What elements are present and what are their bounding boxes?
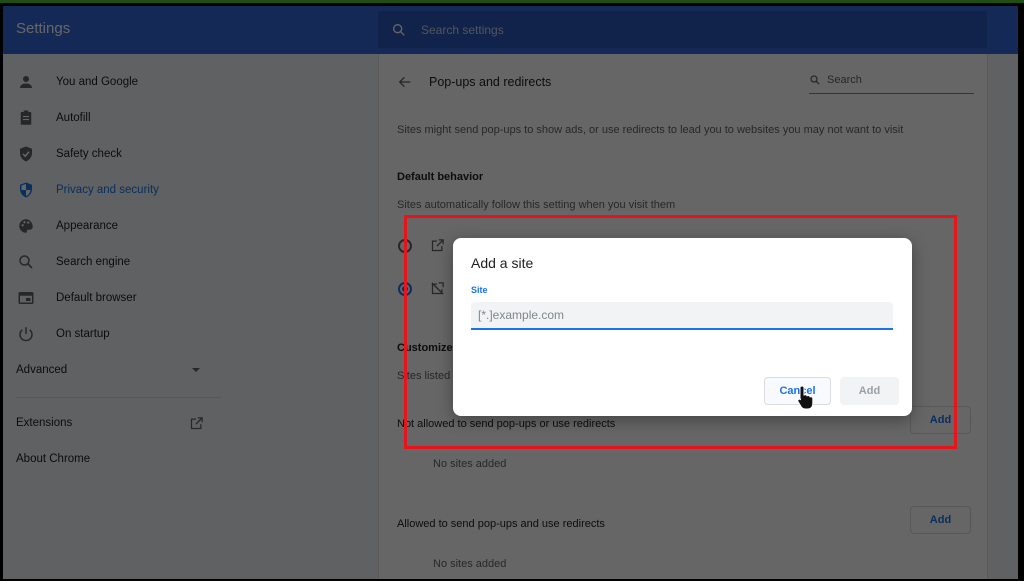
- hand-pointer-cursor-icon: [797, 385, 814, 410]
- site-field-label: Site: [471, 285, 488, 295]
- site-input[interactable]: [471, 302, 893, 330]
- dialog-title: Add a site: [471, 255, 534, 271]
- screen-frame: Settings Search settings You and Google …: [0, 0, 1024, 581]
- settings-app: Settings Search settings You and Google …: [3, 6, 1018, 579]
- add-button[interactable]: Add: [840, 377, 899, 405]
- add-site-dialog: Add a site Site Cancel Add: [453, 238, 912, 416]
- screen-edge: [1018, 6, 1024, 581]
